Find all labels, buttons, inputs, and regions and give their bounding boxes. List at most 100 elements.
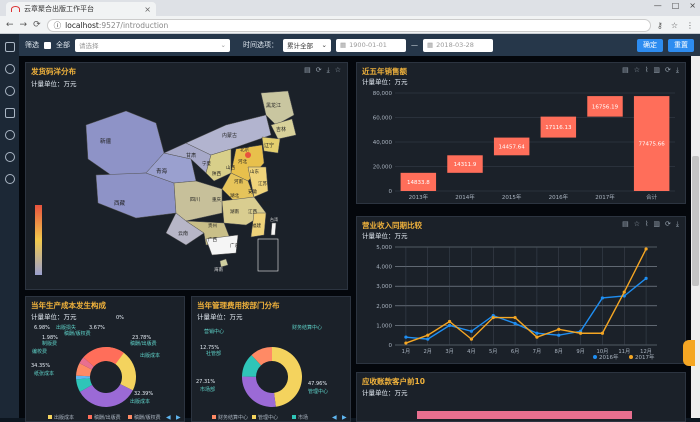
- mgmt-slice-label: 营销中心: [204, 328, 224, 335]
- cost-slice-label: 出版成本: [130, 398, 150, 405]
- cost-percent-label: 0%: [116, 315, 124, 321]
- revenue-point: [447, 323, 452, 327]
- pie-slice: [79, 384, 133, 407]
- scrollbar-thumb[interactable]: [692, 156, 699, 286]
- label-jiangxi: 江西: [248, 208, 257, 215]
- back-icon[interactable]: ←: [6, 20, 14, 30]
- label-anhui: 安徽: [248, 188, 257, 195]
- tab-close-icon[interactable]: ×: [144, 5, 151, 14]
- revenue-xtick-label: 8月: [555, 348, 564, 355]
- time-label: 时间选项：: [243, 41, 278, 49]
- province-hainan[interactable]: [219, 258, 229, 268]
- sidebar-palette-icon[interactable]: [4, 86, 15, 96]
- close-window-button[interactable]: ×: [689, 1, 696, 10]
- province-taiwan[interactable]: [270, 222, 277, 236]
- label-shandong: 山东: [250, 168, 259, 175]
- mgmt-pie-chart: 47.96%27.31%12.75%营销中心财务结算中心社管部管理中心市场部财务…: [196, 324, 347, 421]
- sidebar-user-icon[interactable]: [4, 130, 15, 140]
- page-info-icon[interactable]: ⓘ: [54, 20, 62, 31]
- revenue-series-line: [405, 277, 647, 340]
- sales-chart: 0 20,000 40,000 60,000 80,000 14833.8 2013年 143…: [373, 91, 675, 201]
- forward-icon[interactable]: →: [20, 20, 28, 30]
- revenue-point: [404, 335, 408, 339]
- label-shaanxi: 陕西: [212, 170, 221, 177]
- label-heilongjiang: 黑龙江: [266, 102, 281, 109]
- time-select[interactable]: 累计全部 ⌄: [283, 38, 331, 52]
- revenue-xtick-label: 7月: [533, 348, 542, 355]
- cost-percent-label: 34.35%: [31, 363, 50, 369]
- label-taiwan: 台湾: [270, 216, 278, 222]
- filter-bar: 筛选 全部 请选择 ⌄ 时间选项： 累计全部 ⌄ ▦ 1900-01-01 — …: [19, 34, 700, 56]
- china-map[interactable]: 新疆 西藏 青海 甘肃 内蒙古 黑龙江 吉林 辽宁 北京 河北 山西 陕西 宁夏…: [26, 63, 347, 289]
- calendar-icon: ▦: [427, 41, 434, 49]
- cost-pie-chart: 3.67%6.98%1.98% 23.78%34.35%32.39%0%出版损失稿…: [31, 315, 181, 421]
- browser-chrome: 云章聚合出版工作平台 × — □ × ← → ⟳ ⓘ localhost:952…: [0, 0, 700, 34]
- label-guangxi: 广西: [208, 236, 217, 243]
- cost-slice-label: 稿酬/出版费: [130, 340, 157, 347]
- revenue-point: [535, 335, 539, 339]
- revenue-ytick-label: 5,000: [376, 245, 392, 251]
- confirm-button[interactable]: 确定: [637, 38, 663, 52]
- address-bar[interactable]: ⓘ localhost:9527/introduction: [46, 18, 651, 32]
- label-qinghai: 青海: [156, 167, 168, 175]
- revenue-legend-label: 2017年: [635, 353, 655, 361]
- label-guangdong: 广东: [230, 242, 239, 249]
- mgmt-legend-swatch: [292, 415, 296, 419]
- end-date-value: 2018-03-28: [436, 41, 474, 49]
- start-date-input[interactable]: ▦ 1900-01-01: [336, 38, 406, 52]
- pie-slice: [272, 347, 303, 407]
- province-xinjiang[interactable]: [85, 110, 165, 176]
- label-fujian: 福建: [252, 222, 261, 229]
- revenue-point: [404, 341, 408, 345]
- sales-xtick-label: 2013年: [409, 193, 429, 201]
- menu-icon[interactable]: ⋮: [686, 21, 694, 30]
- cost-slice-label: 稿酬/版权费: [64, 330, 91, 337]
- label-neimenggu: 内蒙古: [222, 132, 237, 139]
- label-zhejiang: 浙江: [262, 200, 271, 207]
- sales-panel: 近五年销售额 计量单位：万元 ▤ ☆ ⌇ ▥ ⟳ ⤓ 0 20,000 40,000…: [356, 62, 686, 204]
- mgmt-percent-label: 27.31%: [196, 379, 215, 385]
- sales-ytick-label: 40,000: [373, 140, 393, 146]
- floating-help-button[interactable]: [683, 340, 695, 366]
- mgmt-legend-swatch: [252, 415, 256, 419]
- category-select[interactable]: 请选择 ⌄: [75, 38, 230, 52]
- bookmark-star-icon[interactable]: ☆: [671, 21, 678, 30]
- app-logo-icon: [11, 6, 20, 12]
- sidebar-settings-icon[interactable]: [4, 174, 15, 184]
- reset-button[interactable]: 重置: [668, 38, 694, 52]
- sales-value-label: 14311.9: [454, 162, 477, 168]
- label-xizang: 西藏: [114, 199, 126, 207]
- sales-xtick-label: 合计: [646, 193, 658, 201]
- revenue-legend-label: 2016年: [599, 353, 619, 361]
- revenue-xtick-label: 9月: [576, 348, 585, 355]
- sidebar-home-icon[interactable]: [4, 42, 15, 52]
- key-icon[interactable]: ⚷: [657, 21, 663, 30]
- sidebar-globe-icon[interactable]: [4, 64, 15, 74]
- visual-map-legend[interactable]: [35, 205, 42, 275]
- revenue-xtick-label: 11月: [618, 348, 630, 355]
- reload-icon[interactable]: ⟳: [33, 20, 41, 30]
- cost-percent-label: 3.67%: [89, 325, 105, 331]
- label-ningxia: 宁夏: [202, 160, 211, 167]
- minimize-button[interactable]: —: [654, 1, 662, 10]
- label-hainan: 海南: [214, 266, 223, 273]
- mgmt-slice-label: 市场部: [200, 386, 215, 393]
- sidebar-dashboard-icon[interactable]: [4, 152, 15, 162]
- revenue-ytick-label: 4,000: [376, 265, 392, 271]
- mgmt-percent-label: 47.96%: [308, 381, 327, 387]
- address-row: ← → ⟳ ⓘ localhost:9527/introduction ⚷ ☆ …: [0, 16, 700, 34]
- province-xizang[interactable]: [95, 172, 177, 219]
- sidebar-document-icon[interactable]: [4, 108, 15, 118]
- sales-value-label: 14833.8: [407, 180, 430, 186]
- chevron-down-icon: ⌄: [220, 41, 226, 49]
- mgmt-slice-label: 社管部: [206, 350, 221, 357]
- sales-value-label: 77475.66: [639, 142, 666, 148]
- end-date-input[interactable]: ▦ 2018-03-28: [423, 38, 493, 52]
- maximize-button[interactable]: □: [672, 1, 680, 10]
- cost-legend-swatch: [128, 415, 132, 419]
- sales-ytick-label: 0: [389, 189, 393, 195]
- revenue-point: [447, 319, 452, 324]
- revenue-ytick-label: 2,000: [376, 304, 392, 310]
- all-checkbox[interactable]: [44, 41, 51, 49]
- browser-tab[interactable]: 云章聚合出版工作平台 ×: [6, 2, 156, 16]
